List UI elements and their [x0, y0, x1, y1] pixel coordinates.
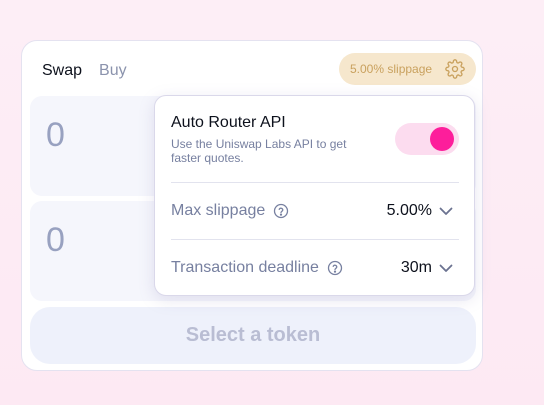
select-token-button[interactable]: Select a token: [30, 307, 476, 364]
auto-router-title: Auto Router API: [171, 114, 286, 131]
slippage-settings-button[interactable]: 5.00% slippage: [339, 53, 476, 85]
max-slippage-label: Max slippage: [171, 202, 266, 219]
chevron-down-icon: [439, 207, 453, 215]
max-slippage-value: 5.00%: [386, 202, 432, 219]
deadline-value: 30m: [400, 259, 432, 276]
divider: [171, 239, 459, 240]
gear-icon: [445, 59, 465, 79]
deadline-row: Transaction deadline: [171, 259, 343, 277]
swap-tabs: Swap Buy: [42, 62, 127, 80]
divider: [171, 182, 459, 183]
deadline-dropdown[interactable]: 30m: [401, 259, 454, 277]
auto-router-toggle[interactable]: [395, 123, 459, 155]
deadline-label: Transaction deadline: [171, 259, 319, 276]
info-icon[interactable]: [273, 203, 289, 219]
tab-buy[interactable]: Buy: [99, 62, 127, 80]
input-amount-field[interactable]: 0: [46, 116, 65, 155]
max-slippage-row: Max slippage: [171, 202, 289, 220]
toggle-knob: [430, 127, 454, 151]
auto-router-description: Use the Uniswap Labs API to get faster q…: [171, 137, 347, 165]
tab-swap[interactable]: Swap: [42, 62, 82, 80]
max-slippage-dropdown[interactable]: 5.00%: [387, 202, 454, 220]
output-amount-field[interactable]: 0: [46, 221, 65, 260]
slippage-pill-label: 5.00% slippage: [350, 62, 433, 76]
info-icon[interactable]: [327, 260, 343, 276]
chevron-down-icon: [439, 264, 453, 272]
settings-popover: Auto Router API Use the Uniswap Labs API…: [154, 95, 475, 296]
